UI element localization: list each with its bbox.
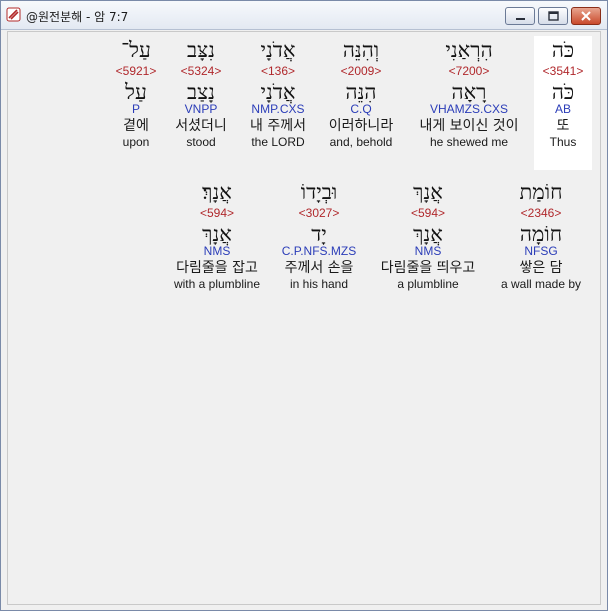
strong-number: <2346>: [520, 206, 562, 220]
hebrew-lemma: אֲנָךְ: [413, 222, 443, 246]
english-gloss: upon: [122, 135, 150, 149]
word-block[interactable]: נִצָּב <5324> נָצַב VNPP 서셨더니 stood: [168, 36, 234, 150]
close-button[interactable]: [571, 7, 601, 25]
korean-gloss: 다림줄을 띄우고: [380, 260, 476, 276]
strong-number: <7200>: [448, 64, 490, 78]
hebrew-word: הִרְאַנִי: [445, 38, 493, 62]
parsing-code: NMS: [203, 244, 231, 258]
parsing-code: P: [131, 102, 140, 116]
english-gloss: stood: [186, 135, 216, 149]
english-gloss: with a plumbline: [173, 277, 261, 291]
english-gloss: a wall made by: [500, 277, 582, 291]
korean-gloss: 곁에: [123, 118, 149, 134]
parsing-code: AB: [554, 102, 571, 116]
minimize-icon: [516, 18, 525, 20]
korean-gloss: 내 주께서: [250, 118, 306, 134]
korean-gloss: 서셨더니: [175, 118, 227, 134]
english-gloss: he shewed me: [429, 135, 509, 149]
hebrew-word: נִצָּב: [187, 38, 215, 62]
minimize-button[interactable]: [505, 7, 535, 25]
hebrew-lemma: רָאָה: [451, 80, 487, 104]
hebrew-word: כֹּה: [551, 38, 575, 62]
strong-number: <594>: [199, 206, 235, 220]
korean-gloss: 주께서 손을: [284, 260, 354, 276]
parsing-code: VNPP: [184, 102, 218, 116]
strong-number: <594>: [410, 206, 446, 220]
word-block[interactable]: חוֹמַת <2346> חוֹמָה NFSG 쌓은 담 a wall ma…: [490, 178, 592, 292]
word-block[interactable]: עַל־ <5921> עַל P 곁에 upon: [106, 36, 166, 150]
word-block[interactable]: אֲנָךְ׃ <594> אֲנָךְ NMS 다림줄을 잡고 with a …: [164, 178, 270, 292]
strong-number: <5921>: [115, 64, 157, 78]
word-block[interactable]: הִרְאַנִי <7200> רָאָה VHAMZS.CXS 내게 보이신…: [406, 36, 532, 150]
english-gloss: the LORD: [251, 135, 305, 149]
hebrew-lemma: חוֹמָה: [519, 222, 563, 246]
hebrew-lemma: נָצַב: [187, 80, 215, 104]
hebrew-word: אֲדֹנָי: [260, 38, 296, 62]
word-block[interactable]: וּבְיָדוֹ <3027> יָד C.P.NFS.MZS 주께서 손을 …: [272, 178, 366, 292]
word-analysis-pane[interactable]: עַל־ <5921> עַל P 곁에 upon נִצָּב <5324> …: [7, 31, 601, 605]
hebrew-word: אֲנָךְ׃: [202, 180, 232, 204]
word-block[interactable]: וְהִנֵּה <2009> הִנֵּה C.Q 이러하니라 and, be…: [320, 36, 402, 150]
hebrew-word: אֲנָךְ: [413, 180, 443, 204]
app-icon: [6, 7, 21, 22]
hebrew-word: חוֹמַת: [519, 180, 563, 204]
parsing-code: NFSG: [524, 244, 558, 258]
strong-number: <3541>: [542, 64, 584, 78]
title-bar[interactable]: @원전분해 - 암 7:7: [1, 1, 607, 30]
strong-number: <2009>: [340, 64, 382, 78]
parsing-code: C.Q: [350, 102, 372, 116]
parsing-code: NMP.CXS: [251, 102, 305, 116]
hebrew-lemma: אֲדֹנָי: [260, 80, 296, 104]
korean-gloss: 다림줄을 잡고: [176, 260, 258, 276]
hebrew-lemma: יָד: [311, 222, 327, 246]
hebrew-lemma: כֹּה: [551, 80, 575, 104]
korean-gloss: 내게 보이신 것이: [419, 118, 519, 134]
english-gloss: a plumbline: [397, 277, 459, 291]
parsing-code: NMS: [414, 244, 442, 258]
close-icon: [581, 11, 591, 21]
word-block[interactable]: אֲנָךְ <594> אֲנָךְ NMS 다림줄을 띄우고 a plumb…: [368, 178, 488, 292]
hebrew-lemma: הִנֵּה: [345, 80, 377, 104]
word-block[interactable]: אֲדֹנָי <136> אֲדֹנָי NMP.CXS 내 주께서 the …: [240, 36, 316, 150]
hebrew-word: וּבְיָדוֹ: [300, 180, 338, 204]
korean-gloss: 쌓은 담: [519, 260, 563, 276]
hebrew-lemma: אֲנָךְ: [202, 222, 232, 246]
word-block-selected[interactable]: כֹּה <3541> כֹּה AB 또 Thus: [534, 36, 592, 170]
strong-number: <5324>: [180, 64, 222, 78]
korean-gloss: 이러하니라: [328, 118, 394, 134]
hebrew-lemma: עַל: [125, 80, 147, 104]
hebrew-word: עַל־: [121, 38, 151, 62]
strong-number: <136>: [260, 64, 296, 78]
hebrew-word: וְהִנֵּה: [342, 38, 380, 62]
parsing-code: C.P.NFS.MZS: [281, 244, 357, 258]
english-gloss: in his hand: [289, 277, 349, 291]
english-gloss: Thus: [549, 135, 577, 149]
window-title: @원전분해 - 암 7:7: [26, 10, 129, 24]
maximize-icon: [548, 11, 559, 21]
english-gloss: and, behold: [329, 135, 393, 149]
strong-number: <3027>: [298, 206, 340, 220]
main-window: @원전분해 - 암 7:7 עַל־ <5921> עַל P 곁에 upon …: [0, 0, 608, 611]
maximize-button[interactable]: [538, 7, 568, 25]
parsing-code: VHAMZS.CXS: [429, 102, 508, 116]
korean-gloss: 또: [556, 118, 570, 134]
